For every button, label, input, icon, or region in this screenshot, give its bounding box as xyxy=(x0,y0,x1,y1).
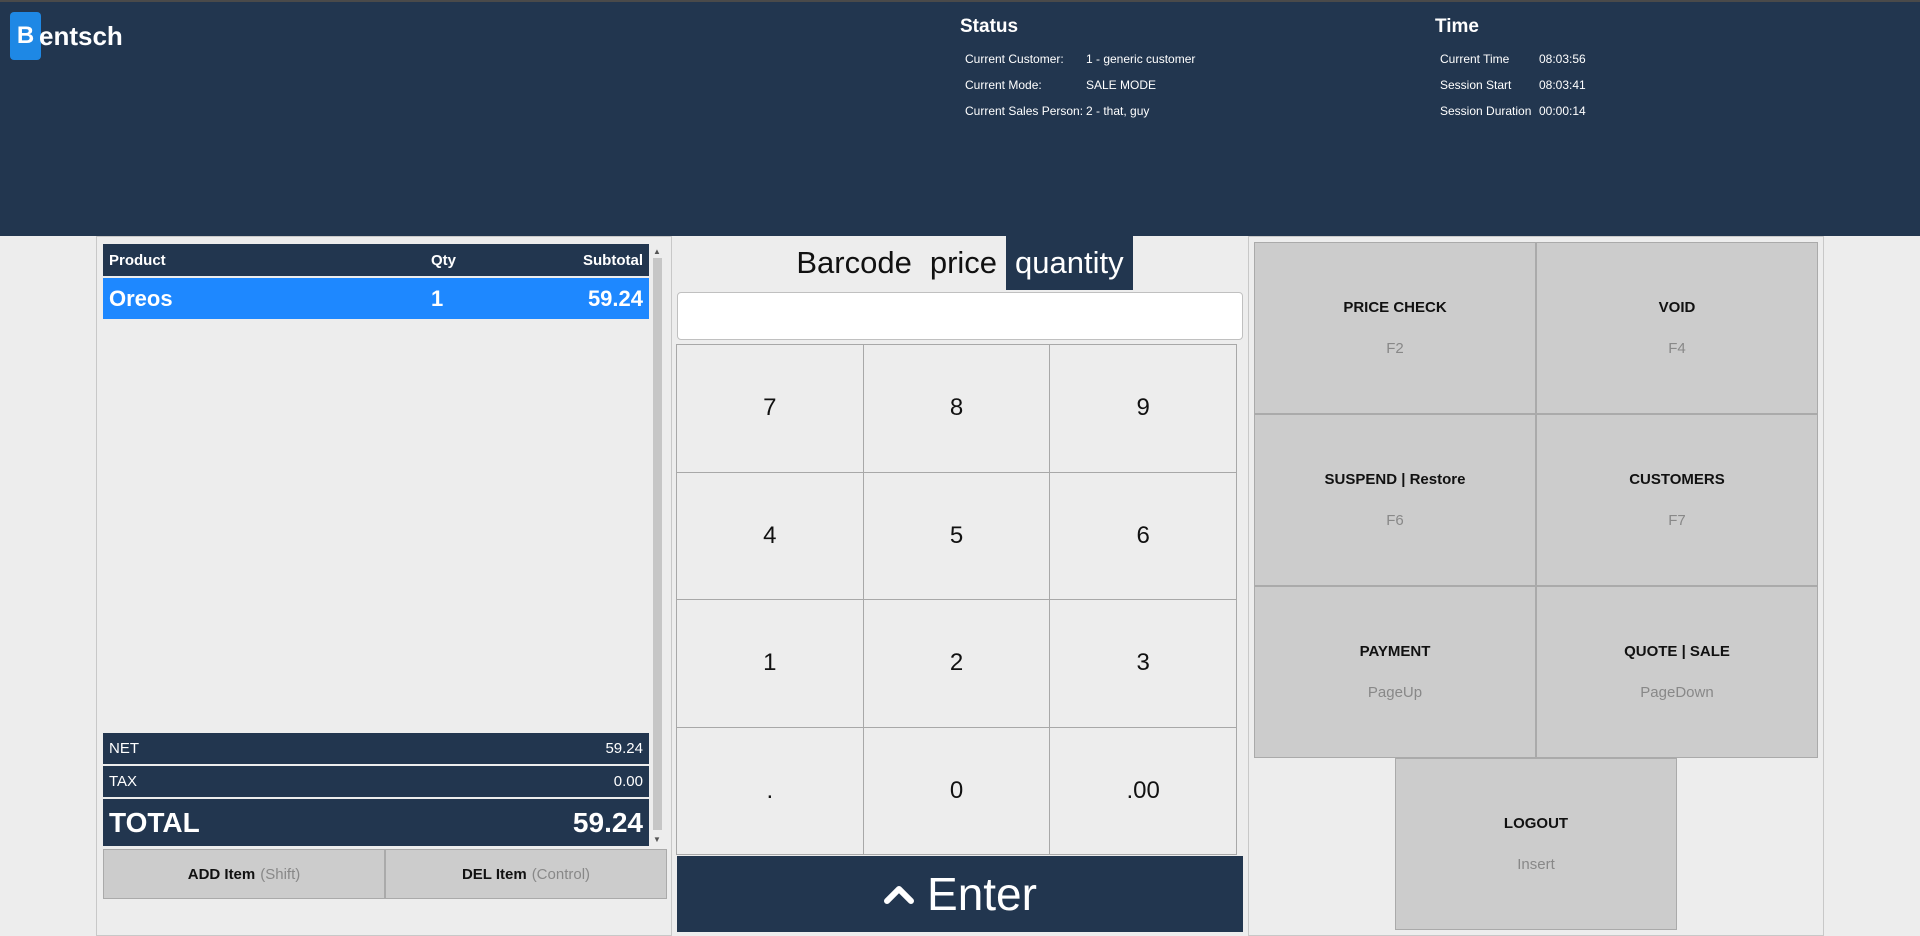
function-title: QUOTE | SALE xyxy=(1624,643,1730,660)
total-row: TOTAL 59.24 xyxy=(103,799,649,846)
net-row: NET 59.24 xyxy=(103,733,649,764)
status-row: Current Customer: 1 - generic customer xyxy=(960,46,1195,72)
key-decimal[interactable]: . xyxy=(676,726,864,855)
key-double-zero[interactable]: .00 xyxy=(1049,726,1237,855)
key-6[interactable]: 6 xyxy=(1049,471,1237,600)
status-label: Current Mode: xyxy=(965,78,1042,92)
status-row: Current Sales Person: 2 - that, guy xyxy=(960,98,1195,124)
delete-item-label: DEL Item xyxy=(461,865,527,883)
function-shortcut: PageUp xyxy=(1367,684,1423,701)
function-shortcut: F4 xyxy=(1668,340,1686,357)
status-value: 2 - that, guy xyxy=(1086,104,1150,118)
net-value: 59.24 xyxy=(605,740,643,757)
key-2[interactable]: 2 xyxy=(862,599,1051,728)
cart-table-header: Product Qty Subtotal xyxy=(103,244,649,276)
cart-row-qty: 1 xyxy=(431,285,444,311)
quote-sale-button[interactable]: QUOTE | SALE PageDown xyxy=(1536,586,1818,758)
function-shortcut: PageDown xyxy=(1640,684,1714,701)
enter-button[interactable]: Enter xyxy=(677,856,1243,932)
app-logo: B entsch xyxy=(10,12,123,60)
scroll-down-arrow-icon[interactable]: ▼ xyxy=(650,832,664,846)
scrollbar-thumb[interactable] xyxy=(653,258,662,830)
entry-mode-tabs: Barcode price quantity xyxy=(672,236,1248,290)
tax-value: 0.00 xyxy=(613,773,643,790)
logo-badge: B xyxy=(10,12,41,60)
function-title: PAYMENT xyxy=(1359,643,1431,660)
key-7[interactable]: 7 xyxy=(676,344,864,473)
qty-column-header: Qty xyxy=(431,251,457,269)
time-value: 08:03:56 xyxy=(1539,52,1586,66)
function-title: VOID xyxy=(1658,299,1696,316)
subtotal-column-header: Subtotal xyxy=(583,251,643,269)
time-value: 00:00:14 xyxy=(1539,104,1586,118)
status-value: 1 - generic customer xyxy=(1086,52,1196,66)
entry-input[interactable] xyxy=(677,292,1243,340)
price-check-button[interactable]: PRICE CHECK F2 xyxy=(1254,242,1536,414)
time-label: Session Duration xyxy=(1440,104,1532,118)
customers-button[interactable]: CUSTOMERS F7 xyxy=(1536,414,1818,586)
time-label: Current Time xyxy=(1440,52,1510,66)
function-title: CUSTOMERS xyxy=(1629,471,1725,488)
status-label: Current Sales Person: xyxy=(965,104,1084,118)
function-title: SUSPEND | Restore xyxy=(1324,471,1466,488)
cart-panel: Product Qty Subtotal Oreos 1 59.24 ▲ ▼ N… xyxy=(96,236,672,936)
logout-button[interactable]: LOGOUT Insert xyxy=(1395,758,1677,930)
suspend-restore-button[interactable]: SUSPEND | Restore F6 xyxy=(1254,414,1536,586)
enter-label: Enter xyxy=(927,868,1037,920)
key-5[interactable]: 5 xyxy=(862,471,1051,600)
tax-row: TAX 0.00 xyxy=(103,766,649,797)
key-0[interactable]: 0 xyxy=(862,726,1051,855)
payment-button[interactable]: PAYMENT PageUp xyxy=(1254,586,1536,758)
function-shortcut: Insert xyxy=(1517,856,1555,873)
entry-panel: Barcode price quantity 7 8 9 4 5 6 1 2 3… xyxy=(672,236,1248,936)
time-title: Time xyxy=(1435,16,1480,37)
status-panel: Status Current Customer: 1 - generic cus… xyxy=(960,16,1195,124)
total-value: 59.24 xyxy=(572,806,643,838)
cart-row[interactable]: Oreos 1 59.24 xyxy=(103,278,649,319)
scroll-up-arrow-icon[interactable]: ▲ xyxy=(650,244,664,258)
function-title: PRICE CHECK xyxy=(1343,299,1447,316)
tab-price[interactable]: price xyxy=(921,236,1006,290)
chevron-up-icon xyxy=(883,883,915,905)
key-4[interactable]: 4 xyxy=(676,471,864,600)
header-bar: B entsch Status Current Customer: 1 - ge… xyxy=(0,0,1920,236)
key-9[interactable]: 9 xyxy=(1049,344,1237,473)
product-column-header: Product xyxy=(109,251,166,269)
function-title: LOGOUT xyxy=(1503,815,1569,832)
cart-scrollbar[interactable]: ▲ ▼ xyxy=(650,244,664,846)
status-row: Current Mode: SALE MODE xyxy=(960,72,1195,98)
key-8[interactable]: 8 xyxy=(862,344,1051,473)
time-panel: Time Current Time 08:03:56 Session Start… xyxy=(1435,16,1586,124)
net-label: NET xyxy=(109,740,139,757)
time-row: Session Duration 00:00:14 xyxy=(1435,98,1586,124)
key-1[interactable]: 1 xyxy=(676,599,864,728)
time-row: Session Start 08:03:41 xyxy=(1435,72,1586,98)
function-shortcut: F6 xyxy=(1386,512,1404,529)
tab-barcode[interactable]: Barcode xyxy=(787,236,920,290)
cart-row-subtotal: 59.24 xyxy=(587,285,643,311)
void-button[interactable]: VOID F4 xyxy=(1536,242,1818,414)
time-value: 08:03:41 xyxy=(1539,78,1586,92)
delete-item-hint: (Control) xyxy=(531,865,591,883)
add-item-hint: (Shift) xyxy=(260,865,301,883)
numeric-keypad: 7 8 9 4 5 6 1 2 3 . 0 .00 xyxy=(676,344,1237,855)
add-item-button[interactable]: ADD Item (Shift) xyxy=(103,849,385,899)
delete-item-button[interactable]: DEL Item (Control) xyxy=(385,849,667,899)
time-label: Session Start xyxy=(1440,78,1512,92)
total-label: TOTAL xyxy=(109,806,200,838)
status-label: Current Customer: xyxy=(965,52,1064,66)
function-shortcut: F2 xyxy=(1386,340,1404,357)
logo-text: entsch xyxy=(39,20,123,51)
time-row: Current Time 08:03:56 xyxy=(1435,46,1586,72)
tab-quantity[interactable]: quantity xyxy=(1006,236,1133,290)
function-shortcut: F7 xyxy=(1668,512,1686,529)
tax-label: TAX xyxy=(109,773,138,790)
status-title: Status xyxy=(960,16,1019,37)
function-panel: PRICE CHECK F2 VOID F4 SUSPEND | Restore… xyxy=(1248,236,1824,936)
add-item-label: ADD Item xyxy=(187,865,256,883)
cart-row-product: Oreos xyxy=(109,285,173,311)
status-value: SALE MODE xyxy=(1086,78,1157,92)
key-3[interactable]: 3 xyxy=(1049,599,1237,728)
